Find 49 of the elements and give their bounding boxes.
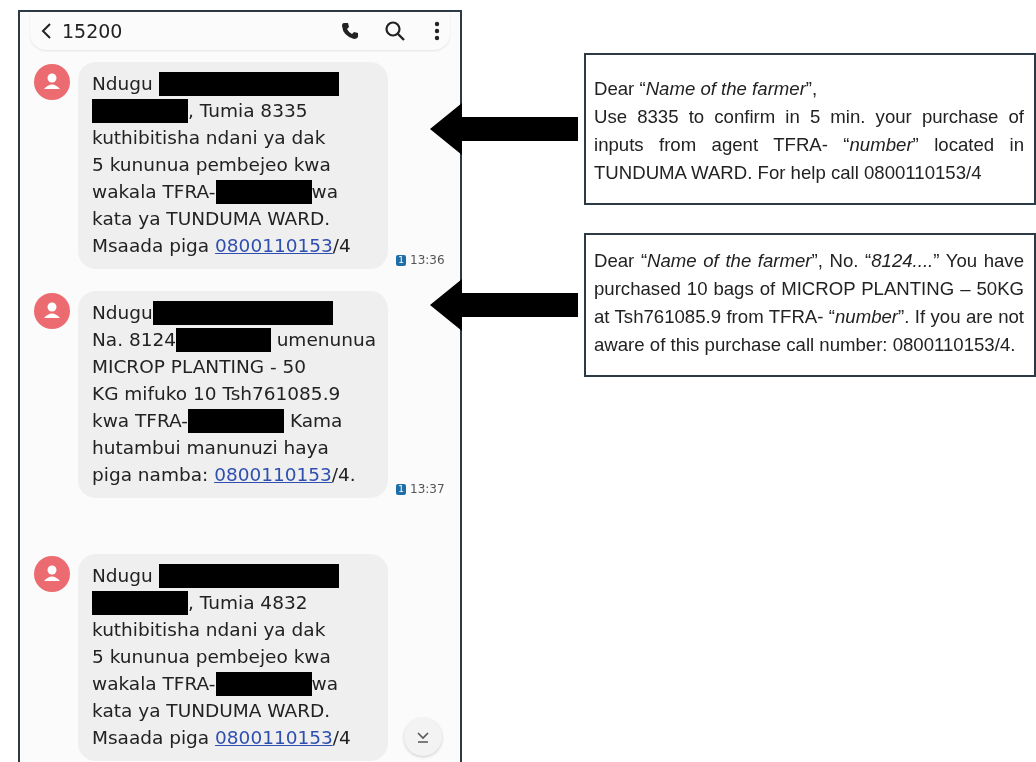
translation-text: Use 8335 to confirm in 5 min. your purchase of inputs from agent TFRA- “number” located in TUNDUMA WARD. For help call 0800110153/4 [594,105,1024,185]
message-text: /4 [332,234,351,258]
message-text: hutambui manunuzi haya [92,436,329,460]
message-text: 5 kununua pembejeo kwa [92,645,331,669]
message-text: Ndugu [92,301,153,325]
message-text: Ndugu [92,72,154,96]
message-time: 13:37 [410,482,445,496]
message-text: wakala TFRA- [92,180,216,204]
phone-link[interactable]: 0800110153 [214,461,332,488]
avatar-icon[interactable] [34,293,70,329]
message-text: kuthibitisha ndani ya dak [92,618,326,642]
back-icon[interactable] [40,22,52,40]
message-text: wakala TFRA- [92,672,216,696]
message-text: Msaada piga [92,726,211,750]
translation-text: Dear “Name of the farmer”, [594,77,819,101]
phone-link[interactable]: 0800110153 [215,724,333,751]
message-text: 5 kununua pembejeo kwa [92,153,331,177]
message-text: /4. [331,463,356,487]
message-text: wa [311,180,338,204]
arrow-icon [430,279,578,331]
message-text: MICROP PLANTING - 50 [92,355,307,379]
message-text: , Tumia 8335 [188,99,308,123]
avatar-icon[interactable] [34,556,70,592]
message-text: umenunua [275,328,376,352]
phone-link[interactable]: 0800110153 [215,232,333,259]
arrow-icon [430,103,578,155]
down-arrow-icon [416,730,430,744]
message-text: Na. 8124 [92,328,177,352]
message-text: wa [311,672,338,696]
more-icon[interactable] [434,21,440,41]
sim-badge: 1 [396,483,406,495]
message-text: kata ya TUNDUMA WARD. [92,699,331,723]
contact-title: 15200 [62,20,124,42]
message-text: kata ya TUNDUMA WARD. [92,207,331,231]
message-text: /4 [332,726,351,750]
message-text: Kama [288,409,343,433]
message-text: kwa TFRA- [92,409,189,433]
search-icon[interactable] [384,20,406,42]
avatar-icon[interactable] [34,64,70,100]
message-time: 13:36 [410,253,445,267]
message-text: Ndugu [92,564,154,588]
message-text: , Tumia 4832 [188,591,308,615]
phone-icon[interactable] [340,21,360,41]
message-text: kuthibitisha ndani ya dak [92,126,326,150]
translation-text: Dear “Name of the farmer”, No. “8124....” You have purchased 10 bags of MICROP PLANTING – 50KG at Tsh761085.9 from TFRA- “number”. If you are not aware of this purchase call number: 0800110153/4. [594,249,1024,357]
message-text: Msaada piga [92,234,211,258]
sim-badge: 1 [396,254,406,266]
message-text: KG mifuko 10 Tsh761085.9 [92,382,341,406]
message-text: piga namba: [92,463,210,487]
